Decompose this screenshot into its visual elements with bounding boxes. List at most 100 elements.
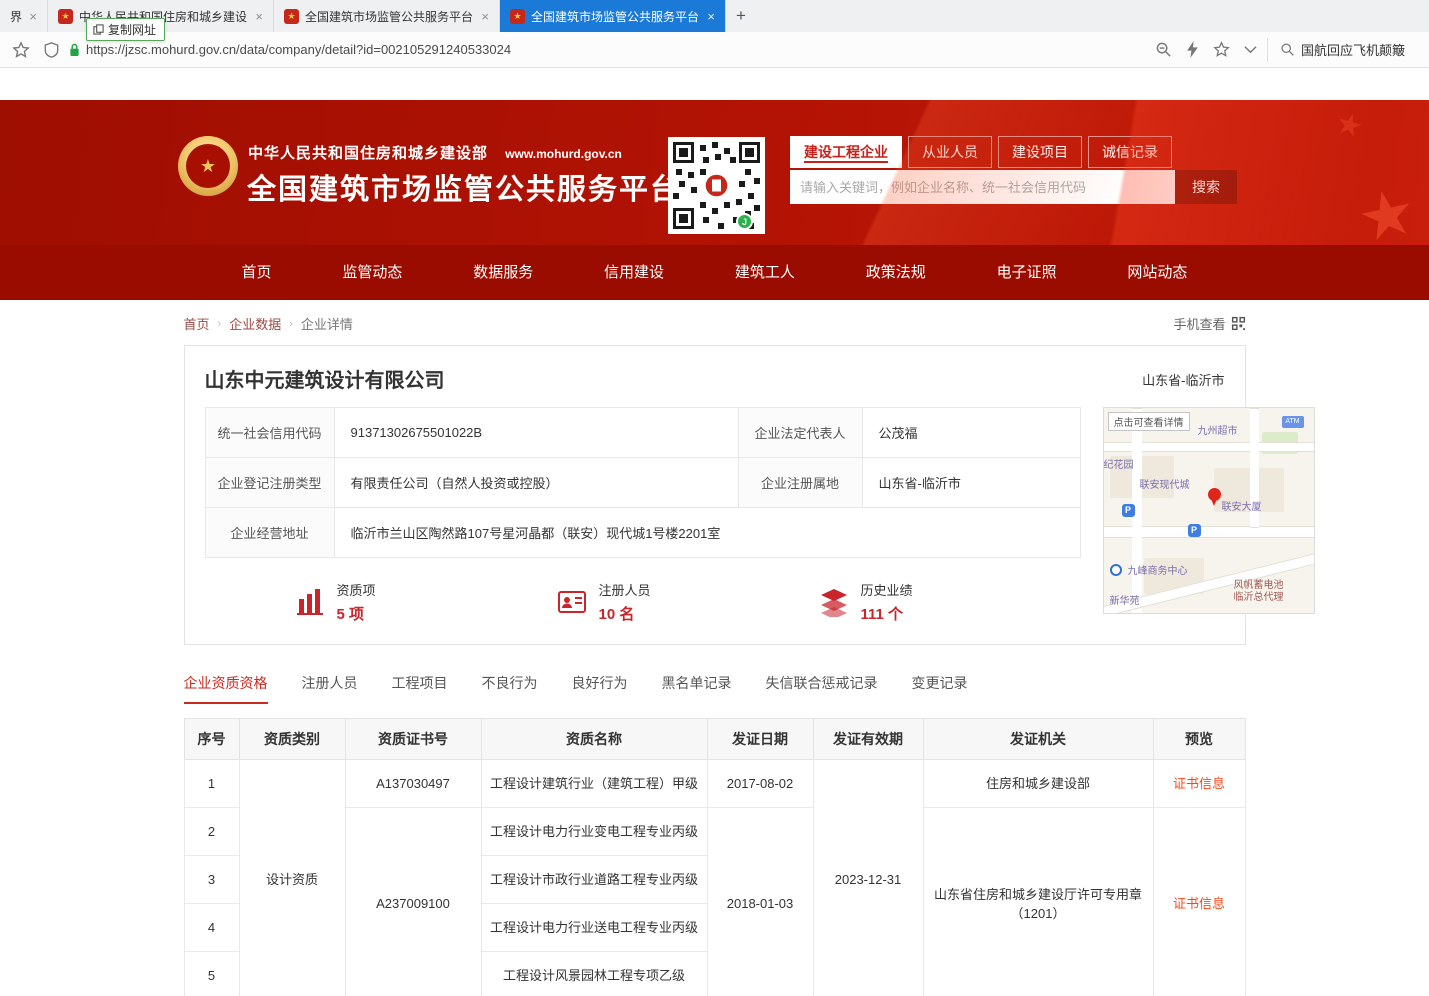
map-label: 联安大厦 <box>1222 502 1262 513</box>
col-header: 预览 <box>1153 719 1245 760</box>
gov-favicon-icon: ★ <box>284 9 299 24</box>
breadcrumb-company-data[interactable]: 企业数据 <box>229 314 281 333</box>
tab-label: 全国建筑市场监管公共服务平台 <box>531 8 701 25</box>
company-region: 山东省-临沂市 <box>1142 364 1224 389</box>
row-no: 3 <box>184 856 239 904</box>
search-tab-enterprise[interactable]: 建设工程企业 <box>790 136 902 168</box>
browser-tab-3-active[interactable]: ★ 全国建筑市场监管公共服务平台 × <box>500 0 726 32</box>
ministry-site-url: www.mohurd.gov.cn <box>505 147 622 161</box>
search-tab-label: 从业人员 <box>922 144 978 160</box>
map-preview[interactable]: ATM 九州超市 纪花园 联安现代城 联安大厦 九峰商务中心 新华苑 风帆蓄电池… <box>1103 407 1315 614</box>
search-tab-project[interactable]: 建设项目 <box>998 136 1082 168</box>
close-icon[interactable]: × <box>255 9 263 24</box>
qualification-category: 设计资质 <box>239 760 345 996</box>
tab-blacklist[interactable]: 黑名单记录 <box>662 673 732 704</box>
stat-registered-personnel[interactable]: 注册人员 10 名 <box>557 580 819 624</box>
field-label: 企业经营地址 <box>205 508 334 558</box>
favorite-star-icon[interactable] <box>1213 41 1230 58</box>
search-submit-button[interactable]: 搜索 <box>1175 170 1237 204</box>
nav-item-e-license[interactable]: 电子证照 <box>997 245 1057 300</box>
tooltip-text: 复制网址 <box>108 21 156 38</box>
keyword-search-input[interactable] <box>790 170 1175 204</box>
personnel-icon <box>557 587 587 617</box>
chevron-down-icon[interactable] <box>1244 45 1257 54</box>
qr-miniprogram-badge-icon: J <box>736 213 753 230</box>
map-label: 联安现代城 <box>1140 480 1190 491</box>
nav-item-supervision[interactable]: 监管动态 <box>342 245 402 300</box>
cert-info-link[interactable]: 证书信息 <box>1173 776 1225 791</box>
validity-date: 2023-12-31 <box>813 760 923 996</box>
close-icon[interactable]: × <box>707 9 715 24</box>
header-qr-code: J <box>668 137 765 234</box>
nav-item-data-service[interactable]: 数据服务 <box>473 245 533 300</box>
emblem-star-icon: ★ <box>186 144 230 188</box>
tab-projects[interactable]: 工程项目 <box>392 673 448 704</box>
qualification-name: 工程设计电力行业变电工程专业丙级 <box>481 808 707 856</box>
qualification-name: 工程设计风景园林工程专项乙级 <box>481 952 707 996</box>
col-header: 资质名称 <box>481 719 707 760</box>
table-header-row: 序号 资质类别 资质证书号 资质名称 发证日期 发证有效期 发证机关 预览 <box>184 719 1245 760</box>
bookmark-star-icon[interactable] <box>12 41 30 59</box>
map-label: 临沂总代理 <box>1234 592 1284 603</box>
nav-item-credit[interactable]: 信用建设 <box>604 245 664 300</box>
tab-good-behavior[interactable]: 良好行为 <box>572 673 628 704</box>
tab-dishonesty-records[interactable]: 失信联合惩戒记录 <box>766 673 878 704</box>
col-header: 资质类别 <box>239 719 345 760</box>
table-row: 1 设计资质 A137030497 工程设计建筑行业（建筑工程）甲级 2017-… <box>184 760 1245 808</box>
map-label: 新华苑 <box>1110 596 1140 607</box>
tab-bad-behavior[interactable]: 不良行为 <box>482 673 538 704</box>
decor-star-icon: ★ <box>1350 173 1422 245</box>
cert-number: A137030497 <box>345 760 481 808</box>
breadcrumb-home[interactable]: 首页 <box>184 314 210 333</box>
ministry-text: 中华人民共和国住房和城乡建设部 <box>248 145 488 162</box>
flash-icon[interactable] <box>1186 41 1199 58</box>
nav-item-site-news[interactable]: 网站动态 <box>1127 245 1187 300</box>
browser-hot-search[interactable]: 国航回应飞机颠簸 <box>1267 38 1417 62</box>
stat-historical-performance[interactable]: 历史业绩 111 个 <box>819 580 1081 624</box>
cert-number: A237009100 <box>345 808 481 996</box>
qualification-icon <box>295 587 325 617</box>
credit-code-value: 91371302675501022B <box>334 408 738 458</box>
col-header: 发证日期 <box>707 719 813 760</box>
stat-label: 注册人员 <box>599 580 651 599</box>
new-tab-button[interactable]: + <box>726 0 756 32</box>
zoom-icon[interactable] <box>1155 41 1172 58</box>
tab-qualifications[interactable]: 企业资质资格 <box>184 673 268 704</box>
tab-registered-personnel[interactable]: 注册人员 <box>302 673 358 704</box>
search-tab-label: 建设项目 <box>1012 144 1068 160</box>
map-label: 风帆蓄电池 <box>1234 580 1284 591</box>
map-label: 九州超市 <box>1198 426 1238 437</box>
national-emblem-logo: ★ <box>178 136 238 196</box>
breadcrumb-company-detail: 企业详情 <box>301 314 353 333</box>
site-header-banner: ★ ★ ★ 中华人民共和国住房和城乡建设部 www.mohurd.gov.cn … <box>0 100 1429 245</box>
stat-qualifications[interactable]: 资质项 5 项 <box>295 580 557 624</box>
gov-favicon-icon: ★ <box>58 9 73 24</box>
shield-icon[interactable] <box>44 42 59 58</box>
row-no: 1 <box>184 760 239 808</box>
field-label: 企业法定代表人 <box>738 408 862 458</box>
search-tab-personnel[interactable]: 从业人员 <box>908 136 992 168</box>
row-no: 4 <box>184 904 239 952</box>
map-label: 纪花园 <box>1104 460 1134 471</box>
company-name: 山东中元建筑设计有限公司 <box>205 364 445 393</box>
cert-info-link[interactable]: 证书信息 <box>1173 896 1225 911</box>
map-hint: 点击可查看详情 <box>1108 412 1190 431</box>
col-header: 发证机关 <box>923 719 1153 760</box>
nav-item-workers[interactable]: 建筑工人 <box>735 245 795 300</box>
tab-change-records[interactable]: 变更记录 <box>912 673 968 704</box>
search-tab-credit[interactable]: 诚信记录 <box>1088 136 1172 168</box>
breadcrumb: 首页 › 企业数据 › 企业详情 手机查看 <box>184 314 1246 333</box>
close-icon[interactable]: × <box>29 9 37 24</box>
browser-tab-2[interactable]: ★ 全国建筑市场监管公共服务平台 × <box>274 0 500 32</box>
url-text[interactable]: https://jzsc.mohurd.gov.cn/data/company/… <box>86 42 1155 57</box>
mobile-view-button[interactable]: 手机查看 <box>1173 314 1245 333</box>
close-icon[interactable]: × <box>481 9 489 24</box>
company-info-table: 统一社会信用代码 91371302675501022B 企业法定代表人 公茂福 … <box>205 407 1081 558</box>
browser-tab-0[interactable]: 界 × <box>0 0 48 32</box>
nav-item-home[interactable]: 首页 <box>242 245 272 300</box>
nav-item-policy[interactable]: 政策法规 <box>866 245 926 300</box>
tab-label: 界 <box>10 8 23 25</box>
field-label: 企业注册属地 <box>738 458 862 508</box>
ministry-name: 中华人民共和国住房和城乡建设部 www.mohurd.gov.cn <box>248 142 622 163</box>
stat-value: 10 名 <box>599 603 651 624</box>
